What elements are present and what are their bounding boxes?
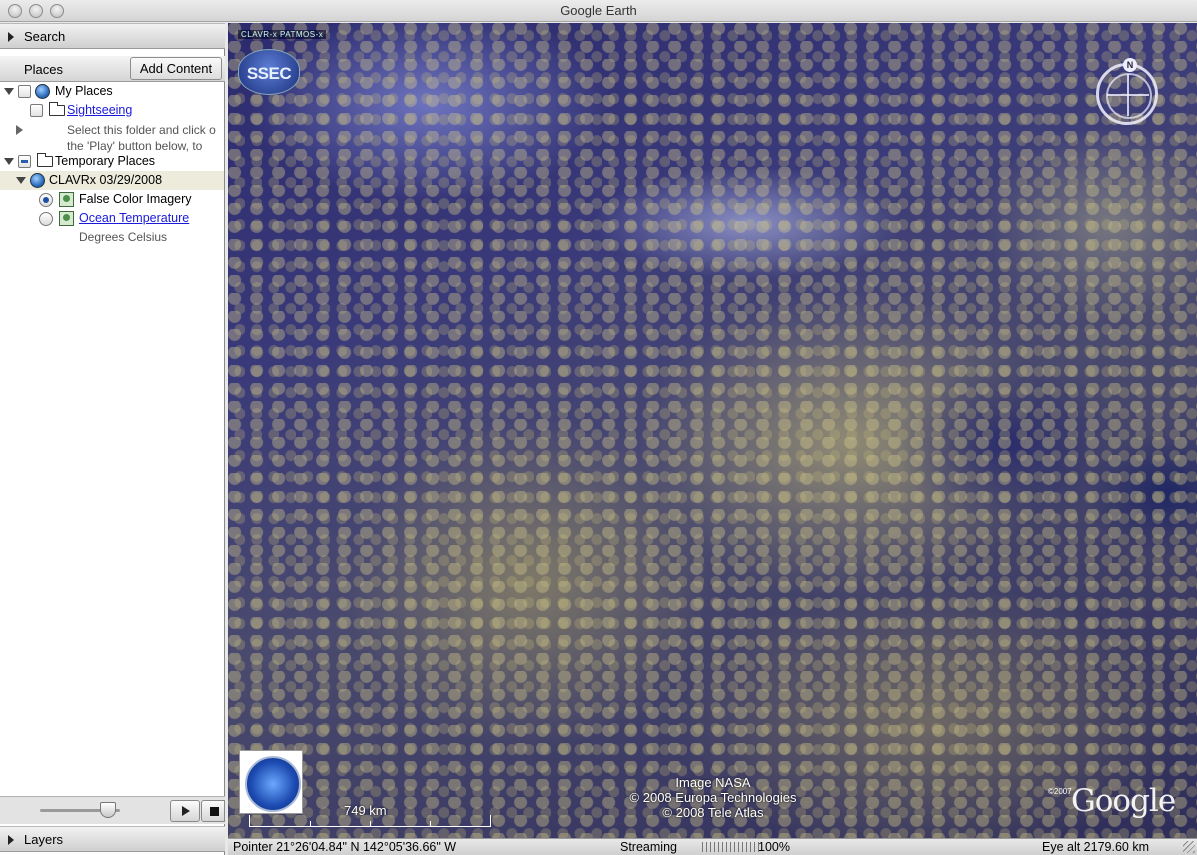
tree-item-false-color[interactable]: False Color Imagery [0, 190, 224, 209]
streaming-progress [702, 842, 760, 852]
tree-item-sightseeing[interactable]: Sightseeing [0, 101, 224, 120]
nasa-logo [239, 750, 303, 814]
disclosure-down-icon[interactable] [4, 158, 14, 165]
folder-icon [37, 153, 53, 167]
tree-item-ocean-temp[interactable]: Ocean Temperature [0, 209, 224, 228]
scale-tick [370, 821, 371, 827]
disclosure-down-icon[interactable] [4, 88, 14, 95]
resize-grip-icon[interactable] [1183, 841, 1195, 853]
tour-speed-slider-knob[interactable] [100, 802, 116, 818]
attribution-line: © 2008 Tele Atlas [662, 805, 764, 820]
add-content-button[interactable]: Add Content [130, 57, 222, 80]
false-color-label: False Color Imagery [79, 192, 192, 206]
play-tour-button[interactable] [170, 800, 200, 822]
stop-tour-button[interactable] [201, 800, 225, 822]
sidebar: Search Places Add Content My Places Sigh… [0, 23, 225, 855]
overlay-icon [59, 211, 74, 226]
status-bar: Pointer 21°26'04.84" N 142°05'36.66" W S… [228, 838, 1197, 855]
sightseeing-checkbox[interactable] [30, 104, 43, 117]
my-places-label: My Places [55, 84, 113, 98]
window-title: Google Earth [560, 3, 637, 18]
globe-icon [30, 173, 45, 188]
imagery-attribution: Image NASA © 2008 Europa Technologies © … [598, 775, 828, 820]
places-panel-header: Places Add Content [0, 56, 225, 82]
false-color-radio[interactable] [39, 193, 53, 207]
tree-item-ocean-temp-desc: Degrees Celsius [0, 228, 224, 247]
ocean-temp-radio[interactable] [39, 212, 53, 226]
disclosure-right-icon [8, 32, 14, 42]
sightseeing-link[interactable]: Sightseeing [67, 103, 132, 117]
ssec-logo: SSEC [238, 49, 300, 95]
temporary-places-checkbox[interactable] [18, 155, 31, 168]
eye-altitude: Eye alt 2179.60 km [1042, 840, 1150, 854]
scale-tick [310, 821, 311, 827]
my-places-checkbox[interactable] [18, 85, 31, 98]
streaming-label: Streaming [620, 840, 677, 854]
places-tab-label: Places [24, 62, 64, 77]
folder-icon [49, 102, 65, 116]
tour-controls [0, 796, 225, 824]
places-tab[interactable]: Places [0, 56, 128, 82]
tree-item-temporary-places[interactable]: Temporary Places [0, 152, 224, 171]
scale-tick [430, 821, 431, 827]
disclosure-down-icon[interactable] [16, 177, 26, 184]
globe-icon [35, 84, 50, 99]
tree-item-clavrx[interactable]: CLAVRx 03/29/2008 [0, 171, 224, 190]
scale-bar [249, 815, 491, 827]
north-indicator[interactable]: N [1123, 58, 1137, 72]
layers-panel-label: Layers [24, 832, 64, 847]
layers-panel-header[interactable]: Layers [0, 826, 225, 852]
sightseeing-desc-line2: the 'Play' button below, to [67, 139, 203, 153]
google-logo: Google [1071, 783, 1176, 819]
google-copyright-year: ©2007 [1048, 787, 1072, 796]
title-bar: Google Earth [0, 0, 1197, 22]
sightseeing-desc-line1: Select this folder and click o [67, 123, 216, 137]
ssec-logo-text: SSEC [246, 64, 292, 83]
navigation-compass[interactable]: N [1096, 58, 1158, 125]
pointer-coordinates: Pointer 21°26'04.84" N 142°05'36.66" W [233, 840, 457, 854]
disclosure-right-icon[interactable] [16, 125, 23, 135]
overlay-title-label: CLAVR-x PATMOS-x [238, 30, 327, 39]
tree-item-my-places[interactable]: My Places [0, 83, 224, 101]
temporary-places-label: Temporary Places [55, 154, 156, 168]
search-panel-label: Search [24, 29, 66, 44]
map-view[interactable]: CLAVR-x PATMOS-x SSEC N 749 km Image NAS… [228, 23, 1197, 838]
streaming-percent: 100% [758, 840, 790, 854]
overlay-icon [59, 192, 74, 207]
satellite-imagery [228, 23, 1197, 838]
disclosure-right-icon [8, 835, 14, 845]
compass-horizontal-line [1107, 94, 1149, 96]
clavrx-label: CLAVRx 03/29/2008 [49, 173, 163, 187]
places-tree: My Places Sightseeing Select this folder… [0, 83, 224, 793]
ocean-temp-desc: Degrees Celsius [79, 230, 168, 244]
attribution-line: Image NASA [675, 775, 751, 790]
ocean-temp-link[interactable]: Ocean Temperature [79, 211, 189, 225]
attribution-line: © 2008 Europa Technologies [629, 790, 797, 805]
search-panel-header[interactable]: Search [0, 23, 225, 49]
